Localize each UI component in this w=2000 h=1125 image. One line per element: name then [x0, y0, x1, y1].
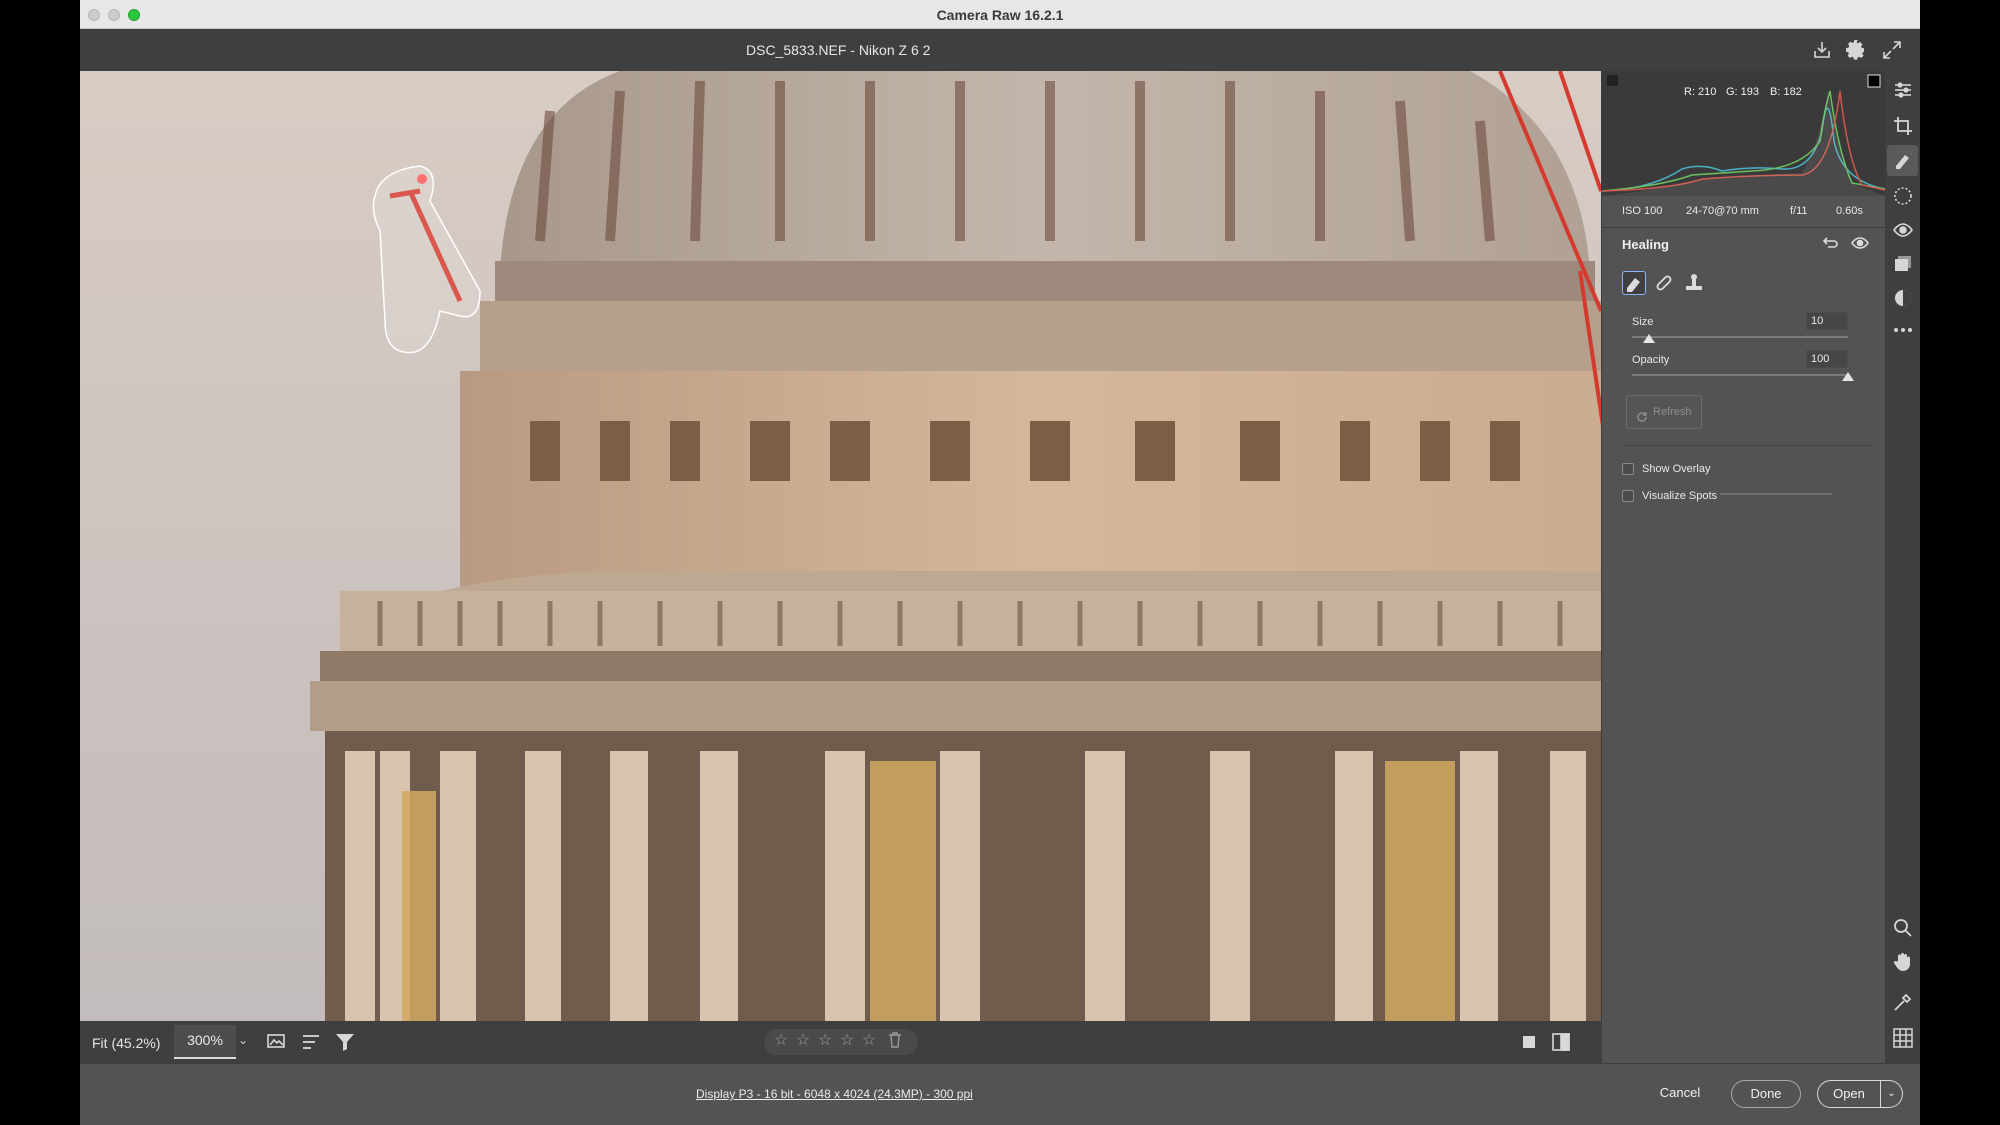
image-canvas[interactable] — [80, 71, 1601, 1021]
opacity-slider-track[interactable] — [1632, 374, 1848, 376]
histogram: R: 210 G: 193 B: 182 — [1601, 71, 1886, 196]
histogram-b-value: B: 182 — [1770, 86, 1802, 98]
hand-icon[interactable] — [1892, 951, 1914, 973]
more-icon[interactable] — [1892, 319, 1914, 341]
trash-icon[interactable] — [886, 1032, 904, 1050]
size-slider-thumb[interactable] — [1643, 334, 1656, 343]
crop-icon[interactable] — [1892, 115, 1914, 137]
exif-iso: ISO 100 — [1622, 205, 1663, 217]
show-overlay-label: Show Overlay — [1642, 463, 1711, 475]
settings-icon[interactable] — [1844, 38, 1868, 62]
workflow-options-link[interactable]: Display P3 - 16 bit - 6048 x 4024 (24.3M… — [696, 1087, 973, 1101]
zoom-dropdown-chevron-icon[interactable]: ⌄ — [238, 1033, 248, 1047]
rating-stars[interactable]: ☆ ☆ ☆ ☆ ☆ — [764, 1029, 918, 1055]
footer-bar: Display P3 - 16 bit - 6048 x 4024 (24.3M… — [80, 1063, 1920, 1125]
opacity-slider-thumb[interactable] — [1842, 372, 1854, 381]
masking-icon[interactable] — [1892, 185, 1914, 207]
fullscreen-icon[interactable] — [1880, 38, 1904, 62]
divider — [1622, 445, 1874, 446]
file-title: DSC_5833.NEF - Nikon Z 6 2 — [746, 42, 931, 58]
zoom-icon[interactable] — [1892, 917, 1914, 939]
open-button[interactable]: Open — [1817, 1080, 1881, 1108]
before-after-icon[interactable] — [1550, 1031, 1572, 1053]
histogram-r-value: R: 210 — [1684, 86, 1717, 98]
refresh-icon — [1635, 405, 1649, 422]
edit-panel: R: 210 G: 193 B: 182 ISO 100 24-70@70 mm… — [1601, 71, 1886, 1063]
cancel-button[interactable]: Cancel — [1648, 1080, 1712, 1108]
healing-title: Healing — [1622, 237, 1669, 252]
healing-icon[interactable] — [1892, 149, 1914, 171]
title-bar: Camera Raw 16.2.1 — [80, 0, 1920, 29]
camera-raw-window: Camera Raw 16.2.1 DSC_5833.NEF - Nikon Z… — [80, 0, 1920, 1125]
clone-icon[interactable] — [1682, 271, 1706, 295]
heal-icon[interactable] — [1652, 271, 1676, 295]
save-icon[interactable] — [1810, 38, 1834, 62]
tool-strip — [1885, 71, 1920, 1063]
sample-overlay-icon[interactable] — [266, 1031, 288, 1053]
opacity-value-field[interactable]: 100 — [1806, 350, 1848, 368]
color-sampler-icon[interactable] — [1892, 991, 1914, 1013]
visibility-eye-icon[interactable] — [1850, 233, 1870, 253]
content-aware-remove-icon[interactable] — [1622, 271, 1646, 295]
bottom-toolbar: Fit (45.2%) 300% ⌄ ☆ ☆ ☆ ☆ ☆ — [80, 1021, 1601, 1063]
single-view-icon[interactable] — [1518, 1031, 1540, 1053]
red-eye-icon[interactable] — [1892, 219, 1914, 241]
visualize-spots-checkbox[interactable] — [1622, 490, 1634, 502]
size-slider-track[interactable] — [1632, 336, 1848, 338]
zoom-level-field[interactable]: 300% — [174, 1025, 236, 1059]
star-3-icon[interactable]: ☆ — [816, 1032, 834, 1050]
header-bar: DSC_5833.NEF - Nikon Z 6 2 — [80, 29, 1920, 71]
show-overlay-checkbox[interactable] — [1622, 463, 1634, 475]
photo-preview — [80, 71, 1601, 1021]
grid-icon[interactable] — [1892, 1027, 1914, 1049]
visualize-spots-label: Visualize Spots — [1642, 490, 1718, 502]
refresh-button[interactable]: Refresh — [1626, 395, 1702, 429]
divider — [1602, 227, 1885, 228]
star-5-icon[interactable]: ☆ — [860, 1032, 878, 1050]
star-1-icon[interactable]: ☆ — [772, 1032, 790, 1050]
star-2-icon[interactable]: ☆ — [794, 1032, 812, 1050]
reset-icon[interactable] — [1820, 233, 1840, 253]
snapshots-icon[interactable] — [1892, 253, 1914, 275]
zoom-fit-button[interactable]: Fit (45.2%) — [92, 1035, 160, 1051]
open-options-chevron-icon[interactable]: ⌄ — [1881, 1080, 1903, 1108]
filter-icon[interactable] — [334, 1031, 356, 1053]
done-button[interactable]: Done — [1731, 1080, 1801, 1108]
size-value-field[interactable]: 10 — [1806, 312, 1848, 330]
edit-icon[interactable] — [1892, 79, 1914, 101]
histogram-g-value: G: 193 — [1726, 86, 1760, 98]
opacity-label: Opacity — [1632, 354, 1670, 366]
app-title: Camera Raw 16.2.1 — [936, 7, 1064, 23]
refresh-label: Refresh — [1653, 406, 1692, 418]
visualize-spots-slider[interactable] — [1720, 493, 1832, 495]
sort-icon[interactable] — [300, 1031, 322, 1053]
exif-lens: 24-70@70 mm — [1686, 205, 1759, 217]
exif-aperture: f/11 — [1790, 205, 1808, 217]
presets-icon[interactable] — [1892, 287, 1914, 309]
star-4-icon[interactable]: ☆ — [838, 1032, 856, 1050]
exif-shutter: 0.60s — [1836, 205, 1863, 217]
size-label: Size — [1632, 316, 1654, 328]
